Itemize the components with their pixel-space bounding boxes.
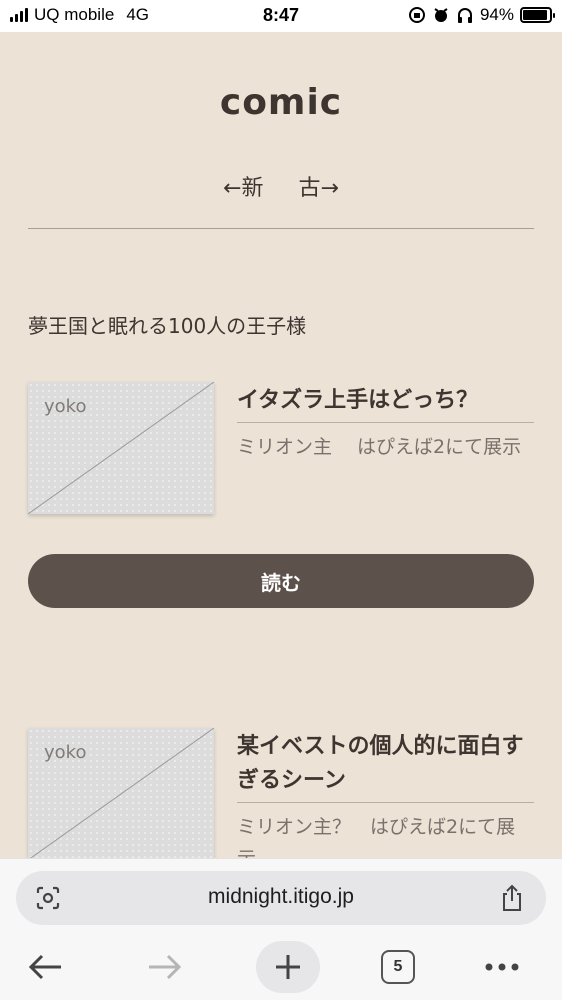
url-text[interactable]: midnight.itigo.jp — [16, 885, 546, 909]
entry-title[interactable]: イタズラ上手はどっち？ — [237, 382, 534, 423]
tabs-icon: 5 — [381, 950, 415, 984]
battery-icon — [520, 7, 555, 23]
newer-link[interactable]: ←新 — [223, 176, 263, 201]
battery-percent: 94% — [479, 5, 514, 24]
status-bar: UQ mobile 4G 8:47 94% — [0, 0, 562, 32]
headphones-icon — [457, 8, 472, 23]
divider — [28, 228, 534, 229]
browser-bar: midnight.itigo.jp 5 — [0, 858, 562, 1000]
forward-button[interactable] — [140, 943, 188, 991]
plus-icon — [276, 955, 300, 979]
read-button[interactable]: 読む — [28, 554, 534, 608]
page-content: comic ←新 古→ 夢王国と眠れる100人の王子様 yoko イタズラ上手は… — [0, 32, 562, 858]
entry-meta: ミリオン主 はぴえば2にて展示 — [237, 436, 522, 458]
share-icon[interactable] — [498, 883, 526, 913]
more-icon — [485, 963, 519, 971]
entry-body: 某イベストの個人的に面白すぎるシーン ミリオン主？ はぴえば2にて展示 — [237, 728, 534, 858]
pager: ←新 古→ — [0, 170, 562, 202]
thumbnail-image[interactable]: yoko — [28, 382, 214, 514]
page-title: comic — [219, 82, 343, 123]
back-arrow-icon — [28, 954, 61, 980]
thumbnail-image[interactable]: yoko — [28, 728, 214, 858]
address-bar[interactable]: midnight.itigo.jp — [16, 871, 546, 925]
browser-toolbar: 5 — [0, 939, 562, 999]
orientation-lock-icon — [408, 7, 425, 23]
thumbnail-label: yoko — [44, 742, 87, 763]
entry-meta: ミリオン主？ はぴえば2にて展示 — [237, 816, 516, 858]
older-link[interactable]: 古→ — [299, 176, 339, 201]
thumbnail-label: yoko — [44, 396, 87, 417]
back-button[interactable] — [22, 943, 70, 991]
battery-fill — [523, 10, 548, 20]
section-heading: 夢王国と眠れる100人の王子様 — [28, 314, 307, 338]
forward-arrow-icon — [149, 954, 182, 980]
tabs-button[interactable]: 5 — [374, 943, 422, 991]
status-right: 94% — [408, 5, 555, 25]
alarm-icon — [434, 8, 448, 22]
entry-body: イタズラ上手はどっち？ ミリオン主 はぴえば2にて展示 — [237, 382, 534, 463]
entry-title[interactable]: 某イベストの個人的に面白すぎるシーン — [237, 728, 534, 803]
more-button[interactable] — [478, 943, 526, 991]
new-tab-button[interactable] — [256, 941, 320, 993]
